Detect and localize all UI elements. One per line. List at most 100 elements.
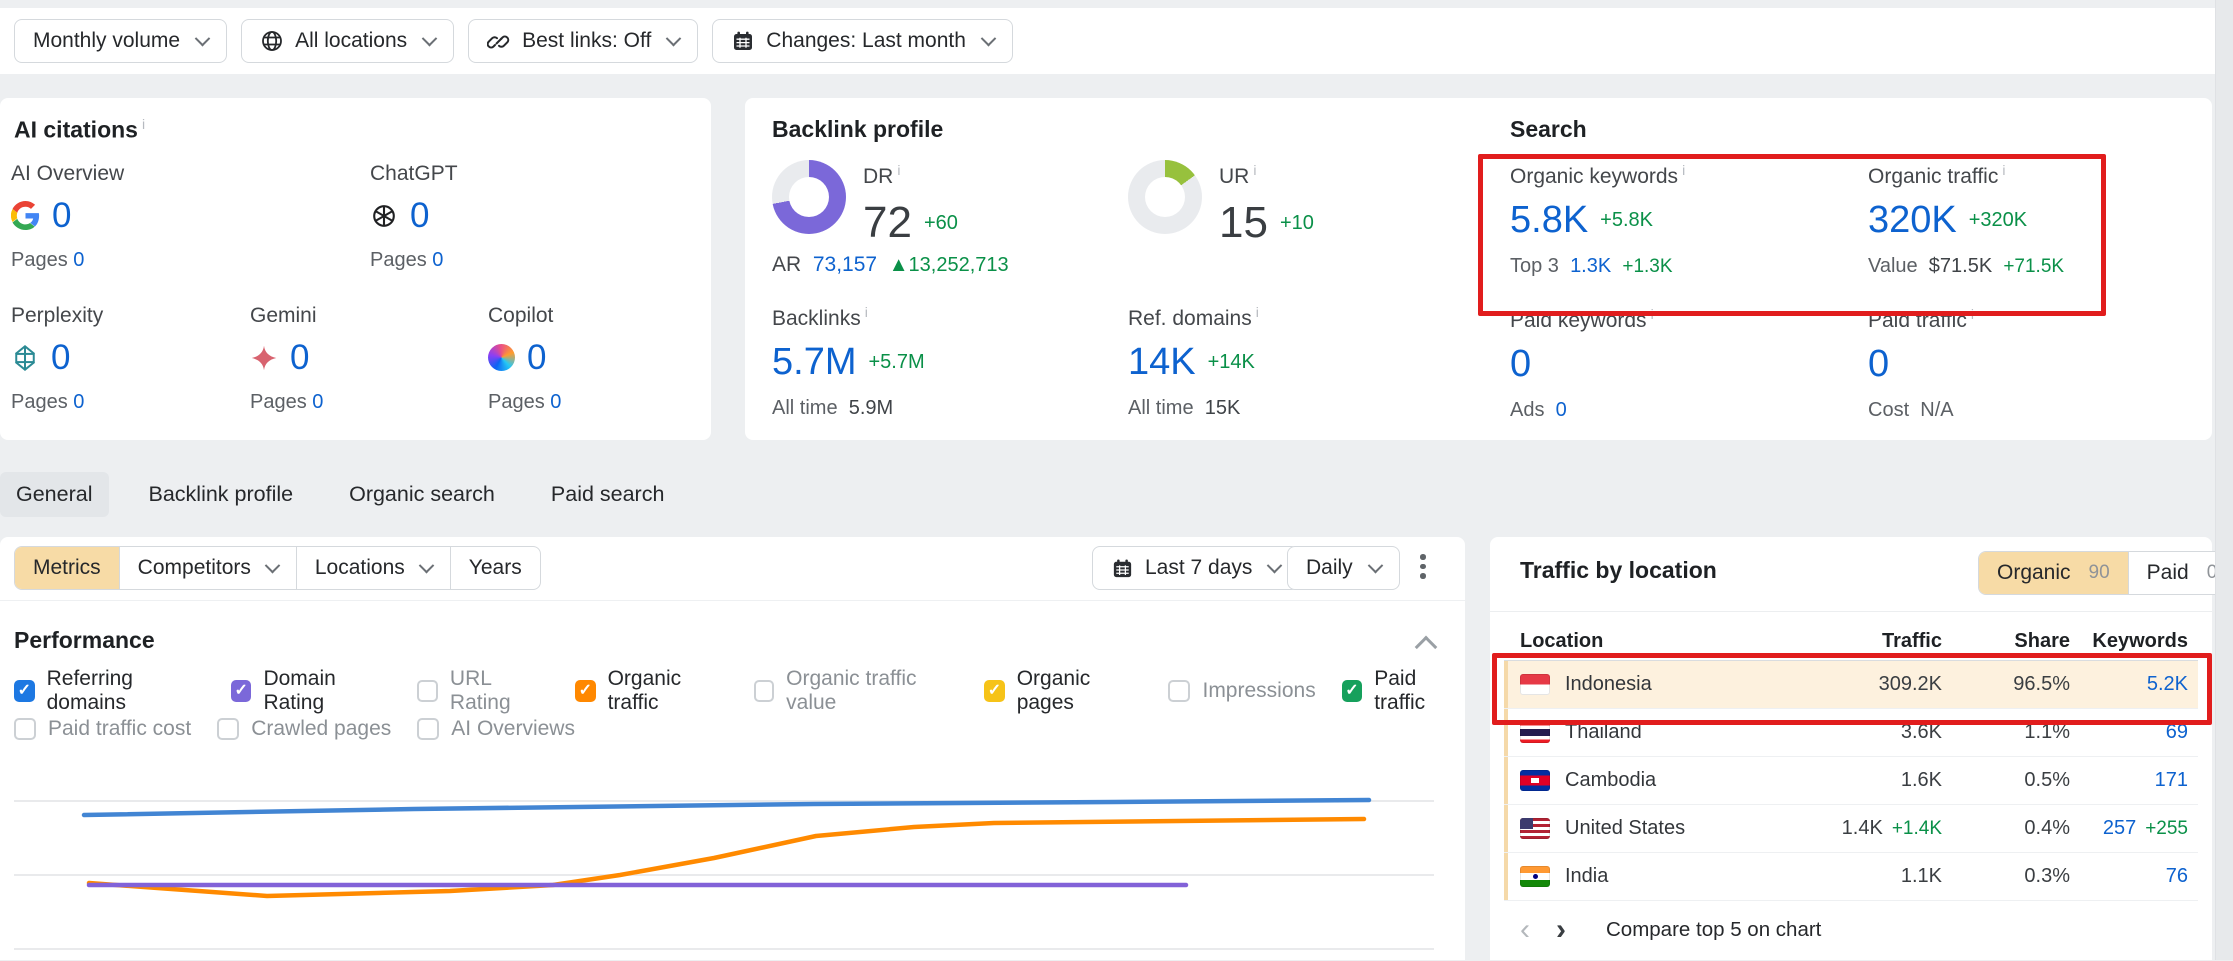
globe-icon — [260, 29, 284, 53]
ur-tile: URi 15+10 — [1219, 162, 1314, 245]
organic-traffic-tile: Organic traffici 320K+320K Value $71.5K … — [1868, 162, 2064, 278]
ai-overview-pages-link[interactable]: 0 — [73, 249, 84, 271]
keywords-link[interactable]: 257 — [2103, 817, 2136, 840]
backlink-search-panel: Backlink profile DRi 72+60 AR 73,157 ▲13… — [745, 98, 2212, 440]
gemini-icon — [250, 344, 278, 372]
cambodia-flag-icon — [1520, 770, 1550, 791]
location-table-body: Indonesia 309.2K 96.5% 5.2K Thailand 3.6… — [1504, 661, 2198, 901]
more-options-kebab-icon[interactable] — [1408, 554, 1438, 584]
info-icon[interactable]: i — [897, 162, 900, 178]
column-location[interactable]: Location — [1520, 630, 1772, 653]
keywords-link[interactable]: 69 — [2166, 721, 2188, 744]
segment-competitors[interactable]: Competitors — [119, 547, 296, 589]
pager-next-icon[interactable]: › — [1556, 915, 1566, 945]
copilot-tile: Copilot 0 Pages 0 — [488, 304, 561, 414]
best-links-dropdown[interactable]: Best links: Off — [468, 19, 698, 63]
ref-domains-value-link[interactable]: 14K — [1128, 343, 1196, 381]
checkbox-crawled-pages[interactable]: ✓Crawled pages — [217, 717, 391, 741]
table-row-thailand[interactable]: Thailand 3.6K 1.1% 69 — [1504, 709, 2198, 757]
chatgpt-tile: ChatGPT 0 Pages 0 — [370, 162, 458, 272]
checkbox-icon: ✓ — [417, 718, 439, 740]
backlink-profile-title: Backlink profile — [772, 116, 943, 143]
chevron-down-icon — [419, 557, 435, 573]
checkbox-organic-traffic[interactable]: ✓Organic traffic — [575, 667, 728, 715]
vertical-scrollbar[interactable] — [2215, 0, 2233, 960]
chevron-down-icon — [981, 30, 997, 46]
united-states-flag-icon — [1520, 818, 1550, 839]
chevron-down-icon — [1267, 557, 1283, 573]
monthly-volume-dropdown[interactable]: Monthly volume — [14, 19, 227, 63]
compare-top5-label[interactable]: Compare top 5 on chart — [1606, 918, 1821, 942]
table-row-cambodia[interactable]: Cambodia 1.6K 0.5% 171 — [1504, 757, 2198, 805]
paid-traffic-value-link[interactable]: 0 — [1868, 345, 1889, 383]
ads-link[interactable]: 0 — [1556, 399, 1567, 421]
performance-line-chart[interactable] — [14, 763, 1434, 961]
ai-overview-count[interactable]: 0 — [52, 198, 71, 233]
info-icon[interactable]: i — [865, 304, 868, 320]
table-row-india[interactable]: India 1.1K 0.3% 76 — [1504, 853, 2198, 901]
organic-keywords-value-link[interactable]: 5.8K — [1510, 201, 1588, 239]
info-icon[interactable]: i — [1682, 162, 1685, 178]
backlinks-value-link[interactable]: 5.7M — [772, 343, 856, 381]
info-icon[interactable]: i — [1253, 162, 1256, 178]
gemini-pages-link[interactable]: 0 — [312, 391, 323, 413]
copilot-count[interactable]: 0 — [527, 340, 546, 375]
ar-value-link[interactable]: 73,157 — [813, 253, 877, 276]
tab-paid-search[interactable]: Paid search — [535, 472, 681, 517]
pager-prev-icon[interactable]: ‹ — [1520, 915, 1530, 945]
segment-metrics[interactable]: Metrics — [15, 547, 119, 589]
checkbox-impressions[interactable]: ✓Impressions — [1168, 679, 1315, 703]
keywords-link[interactable]: 171 — [2155, 769, 2188, 792]
checkbox-paid-traffic-cost[interactable]: ✓Paid traffic cost — [14, 717, 191, 741]
copilot-pages-link[interactable]: 0 — [550, 391, 561, 413]
segment-years[interactable]: Years — [450, 547, 540, 589]
paid-keywords-value-link[interactable]: 0 — [1510, 345, 1531, 383]
keywords-link[interactable]: 76 — [2166, 865, 2188, 888]
keywords-link[interactable]: 5.2K — [2147, 673, 2188, 696]
india-flag-icon — [1520, 866, 1550, 887]
performance-panel: Metrics Competitors Locations Years Last… — [0, 537, 1465, 960]
chatgpt-count[interactable]: 0 — [410, 198, 429, 233]
column-traffic[interactable]: Traffic — [1772, 630, 1942, 653]
checkbox-referring-domains[interactable]: ✓Referring domains — [14, 667, 205, 715]
chatgpt-pages-link[interactable]: 0 — [432, 249, 443, 271]
table-row-united-states[interactable]: United States 1.4K+1.4K 0.4% 257+255 — [1504, 805, 2198, 853]
changes-dropdown[interactable]: Changes: Last month — [712, 19, 1013, 63]
collapse-chevron-up-icon[interactable] — [1415, 636, 1438, 659]
gemini-count[interactable]: 0 — [290, 340, 309, 375]
checkbox-icon: ✓ — [1342, 680, 1363, 702]
top3-link[interactable]: 1.3K — [1570, 255, 1611, 277]
tab-general[interactable]: General — [0, 472, 109, 517]
checkbox-domain-rating[interactable]: ✓Domain Rating — [231, 667, 392, 715]
toggle-organic[interactable]: Organic90 — [1979, 552, 2128, 594]
locations-dropdown[interactable]: All locations — [241, 19, 454, 63]
tab-backlink-profile[interactable]: Backlink profile — [133, 472, 310, 517]
info-icon[interactable]: i — [1256, 304, 1259, 320]
column-keywords[interactable]: Keywords — [2070, 630, 2188, 653]
chatgpt-icon — [370, 202, 398, 230]
granularity-dropdown[interactable]: Daily — [1287, 546, 1400, 590]
checkbox-paid-traffic[interactable]: ✓Paid traffic — [1342, 667, 1465, 715]
info-icon[interactable]: i — [1971, 306, 1974, 322]
info-icon[interactable]: i — [142, 116, 145, 132]
checkbox-organic-traffic-value[interactable]: ✓Organic traffic value — [754, 667, 959, 715]
search-title: Search — [1510, 116, 1587, 143]
perplexity-count[interactable]: 0 — [51, 340, 70, 375]
checkbox-ai-overviews[interactable]: ✓AI Overviews — [417, 717, 575, 741]
organic-traffic-value-link[interactable]: 320K — [1868, 201, 1957, 239]
date-range-dropdown[interactable]: Last 7 days — [1092, 546, 1299, 590]
top-filter-toolbar: Monthly volume All locations Best links:… — [0, 8, 2216, 74]
gemini-tile: Gemini 0 Pages 0 — [250, 304, 323, 414]
info-icon[interactable]: i — [1651, 306, 1654, 322]
table-row-indonesia[interactable]: Indonesia 309.2K 96.5% 5.2K — [1504, 661, 2198, 709]
checkbox-icon: ✓ — [575, 680, 596, 702]
checkbox-icon: ✓ — [231, 680, 252, 702]
info-icon[interactable]: i — [2002, 162, 2005, 178]
checkbox-organic-pages[interactable]: ✓Organic pages — [984, 667, 1142, 715]
perplexity-pages-link[interactable]: 0 — [73, 391, 84, 413]
segment-locations[interactable]: Locations — [296, 547, 450, 589]
tab-organic-search[interactable]: Organic search — [333, 472, 511, 517]
column-share[interactable]: Share — [1942, 630, 2070, 653]
ref-domains-tile: Ref. domainsi 14K+14K All time 15K — [1128, 304, 1259, 420]
checkbox-url-rating[interactable]: ✓URL Rating — [417, 667, 549, 715]
